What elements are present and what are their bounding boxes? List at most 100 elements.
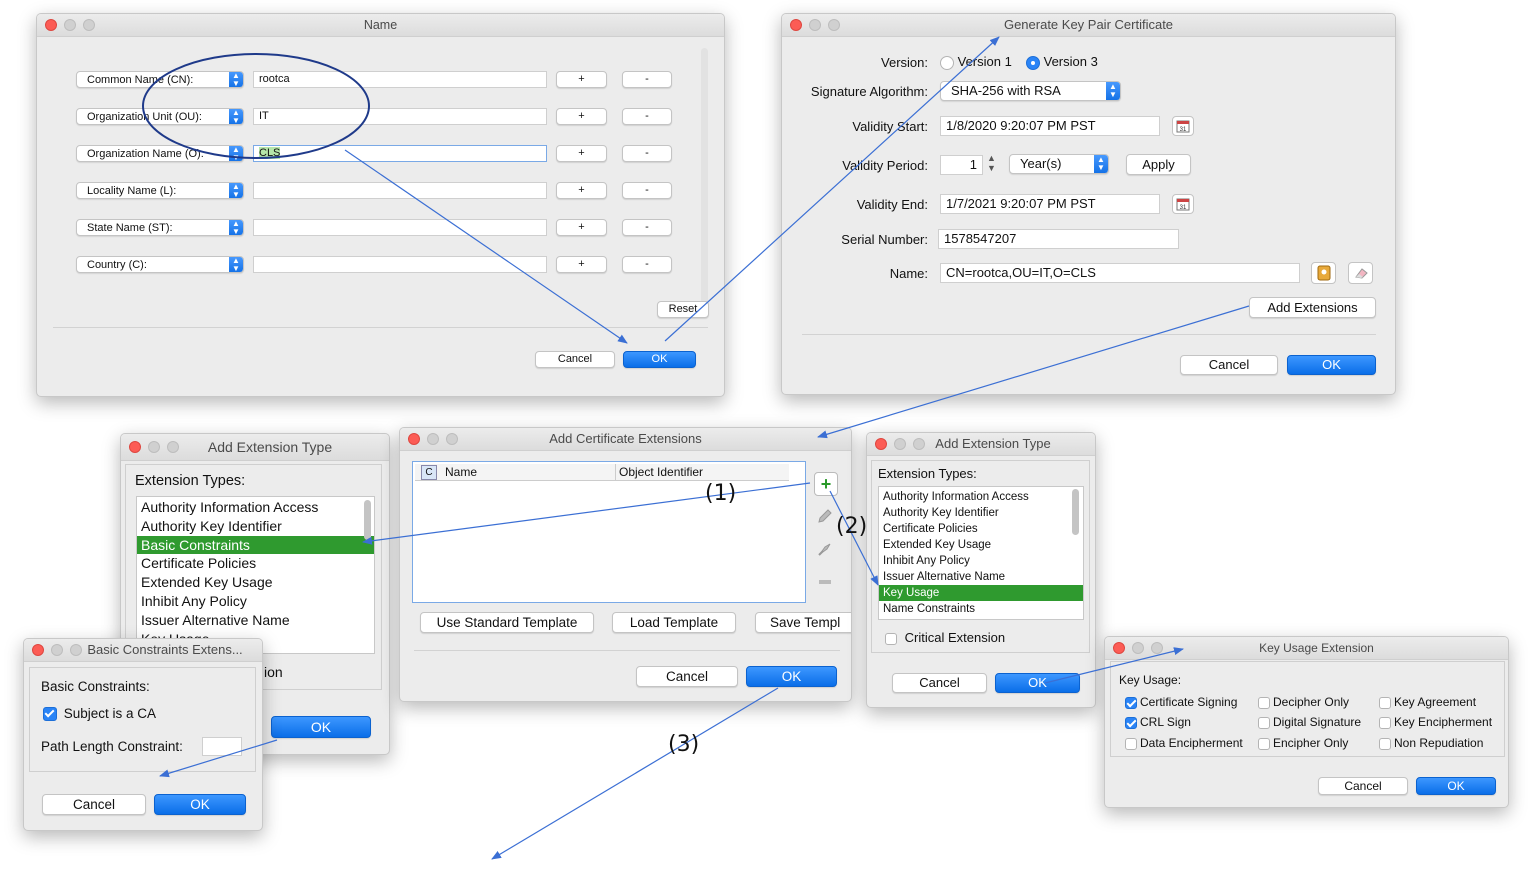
extension-type-item[interactable]: Inhibit Any Policy xyxy=(137,592,374,611)
name-attr-select[interactable]: Organization Name (O): ▲ ▼ xyxy=(76,145,244,162)
vperiod-field[interactable]: 1 xyxy=(940,155,983,175)
key-usage-checkbox[interactable]: Certificate Signing xyxy=(1125,695,1237,709)
keyusage-ok-button[interactable]: OK xyxy=(1416,777,1496,795)
calendar-icon[interactable]: 31 xyxy=(1172,116,1194,136)
zoom-icon[interactable] xyxy=(446,433,458,445)
checkbox-icon[interactable] xyxy=(1125,737,1137,750)
close-icon[interactable] xyxy=(129,441,141,453)
close-icon[interactable] xyxy=(408,433,420,445)
key-usage-checkbox[interactable]: Encipher Only xyxy=(1258,736,1348,750)
cert-ext-cancel-button[interactable]: Cancel xyxy=(636,666,738,687)
name-cancel-button[interactable]: Cancel xyxy=(535,351,615,368)
name-attr-value-field[interactable]: IT xyxy=(253,108,547,125)
name-attr-value-field[interactable] xyxy=(253,256,547,273)
zoom-icon[interactable] xyxy=(1151,642,1163,654)
ext-right-ok-button[interactable]: OK xyxy=(995,673,1080,693)
extension-type-item[interactable]: Certificate Policies xyxy=(137,554,374,573)
key-usage-checkbox[interactable]: Key Encipherment xyxy=(1379,715,1492,729)
extension-type-item[interactable]: Key Usage xyxy=(879,585,1083,601)
key-usage-checkbox[interactable]: Non Repudiation xyxy=(1379,736,1483,750)
vunit-select[interactable]: Year(s) ▲ ▼ xyxy=(1009,154,1109,174)
extension-type-item[interactable]: Authority Key Identifier xyxy=(137,517,374,536)
extension-type-item[interactable]: Basic Constraints xyxy=(137,535,374,555)
version3-radio-icon[interactable] xyxy=(1026,55,1040,70)
key-usage-checkbox[interactable]: CRL Sign xyxy=(1125,715,1191,729)
critical-column-header[interactable]: C xyxy=(421,465,437,480)
critical-checkbox-icon[interactable] xyxy=(885,632,897,645)
name-column-header[interactable]: Name xyxy=(445,464,477,480)
zoom-icon[interactable] xyxy=(828,19,840,31)
extension-type-item[interactable]: Certificate Policies xyxy=(879,521,1083,537)
keyusage-cancel-button[interactable]: Cancel xyxy=(1318,777,1408,795)
checkbox-icon[interactable] xyxy=(1258,716,1270,729)
serial-field[interactable]: 1578547207 xyxy=(938,229,1179,249)
close-icon[interactable] xyxy=(1113,642,1125,654)
path-length-field[interactable] xyxy=(202,737,242,756)
basic-cancel-button[interactable]: Cancel xyxy=(42,794,146,815)
subject-ca-checkbox[interactable]: Subject is a CA xyxy=(43,706,156,722)
edit-pencil-icon[interactable] xyxy=(814,505,836,527)
checkbox-icon[interactable] xyxy=(1379,737,1391,750)
extension-type-item[interactable]: Authority Information Access xyxy=(137,498,374,517)
name-attr-select[interactable]: Country (C): ▲ ▼ xyxy=(76,256,244,273)
extension-type-item[interactable]: Extended Key Usage xyxy=(879,537,1083,553)
name-scrollbar[interactable] xyxy=(701,48,708,308)
minimize-icon[interactable] xyxy=(894,438,906,450)
oid-column-header[interactable]: Object Identifier xyxy=(619,464,703,480)
close-icon[interactable] xyxy=(45,19,57,31)
ext-right-scrollbar[interactable] xyxy=(1072,489,1079,535)
add-extension-icon[interactable]: + xyxy=(814,472,838,496)
key-usage-checkbox[interactable]: Key Agreement xyxy=(1379,695,1476,709)
extension-type-item[interactable]: Inhibit Any Policy xyxy=(879,553,1083,569)
ext-right-list[interactable]: Authority Information Access Authority Ke… xyxy=(878,486,1084,620)
extension-type-item[interactable]: Authority Key Identifier xyxy=(879,505,1083,521)
reset-button[interactable]: Reset xyxy=(657,301,709,318)
checkbox-icon[interactable] xyxy=(1125,696,1137,709)
name-attr-value-field[interactable]: rootca xyxy=(253,71,547,88)
add-row-button[interactable]: + xyxy=(556,108,607,125)
checkbox-icon[interactable] xyxy=(1379,716,1391,729)
version1-radio-icon[interactable] xyxy=(940,55,954,70)
key-usage-checkbox[interactable]: Decipher Only xyxy=(1258,695,1349,709)
remove-row-button[interactable]: - xyxy=(622,256,672,273)
minimize-icon[interactable] xyxy=(148,441,160,453)
name-attr-value-field[interactable]: CLS xyxy=(253,145,547,162)
sigalg-select[interactable]: SHA-256 with RSA ▲ ▼ xyxy=(940,81,1121,101)
checkbox-icon[interactable] xyxy=(1125,716,1137,729)
name-attr-select[interactable]: State Name (ST): ▲ ▼ xyxy=(76,219,244,236)
basic-ok-button[interactable]: OK xyxy=(154,794,246,815)
add-row-button[interactable]: + xyxy=(556,145,607,162)
name-attr-value-field[interactable] xyxy=(253,219,547,236)
zoom-icon[interactable] xyxy=(167,441,179,453)
extension-type-item[interactable]: Name Constraints xyxy=(879,601,1083,617)
version1-radio[interactable]: Version 1 xyxy=(940,54,1012,70)
checkbox-icon[interactable] xyxy=(1379,696,1391,709)
calendar-icon[interactable]: 31 xyxy=(1172,194,1194,214)
name-field[interactable]: CN=rootca,OU=IT,O=CLS xyxy=(940,263,1300,283)
name-attr-select[interactable]: Organization Unit (OU): ▲ ▼ xyxy=(76,108,244,125)
remove-row-button[interactable]: - xyxy=(622,182,672,199)
name-attr-select[interactable]: Common Name (CN): ▲ ▼ xyxy=(76,71,244,88)
extension-type-item[interactable]: Issuer Alternative Name xyxy=(879,569,1083,585)
ext-left-list[interactable]: Authority Information Access Authority Ke… xyxy=(136,496,375,654)
vperiod-stepper-icon[interactable]: ▲ ▼ xyxy=(987,153,996,173)
eraser-icon[interactable] xyxy=(1348,262,1373,284)
version3-radio[interactable]: Version 3 xyxy=(1026,54,1098,70)
cert-ext-ok-button[interactable]: OK xyxy=(746,666,837,687)
extension-type-item[interactable]: Issuer Alternative Name xyxy=(137,611,374,630)
vstart-field[interactable]: 1/8/2020 9:20:07 PM PST xyxy=(940,116,1160,136)
remove-extension-icon[interactable] xyxy=(814,571,836,593)
gen-cancel-button[interactable]: Cancel xyxy=(1180,355,1278,375)
close-icon[interactable] xyxy=(790,19,802,31)
checkbox-icon[interactable] xyxy=(1258,737,1270,750)
add-row-button[interactable]: + xyxy=(556,71,607,88)
remove-row-button[interactable]: - xyxy=(622,145,672,162)
ext-left-scrollbar[interactable] xyxy=(364,500,371,540)
minimize-icon[interactable] xyxy=(809,19,821,31)
remove-row-button[interactable]: - xyxy=(622,71,672,88)
close-icon[interactable] xyxy=(875,438,887,450)
key-usage-checkbox[interactable]: Data Encipherment xyxy=(1125,736,1243,750)
apply-button[interactable]: Apply xyxy=(1126,154,1191,175)
address-book-icon[interactable] xyxy=(1311,262,1336,284)
vend-field[interactable]: 1/7/2021 9:20:07 PM PST xyxy=(940,194,1160,214)
